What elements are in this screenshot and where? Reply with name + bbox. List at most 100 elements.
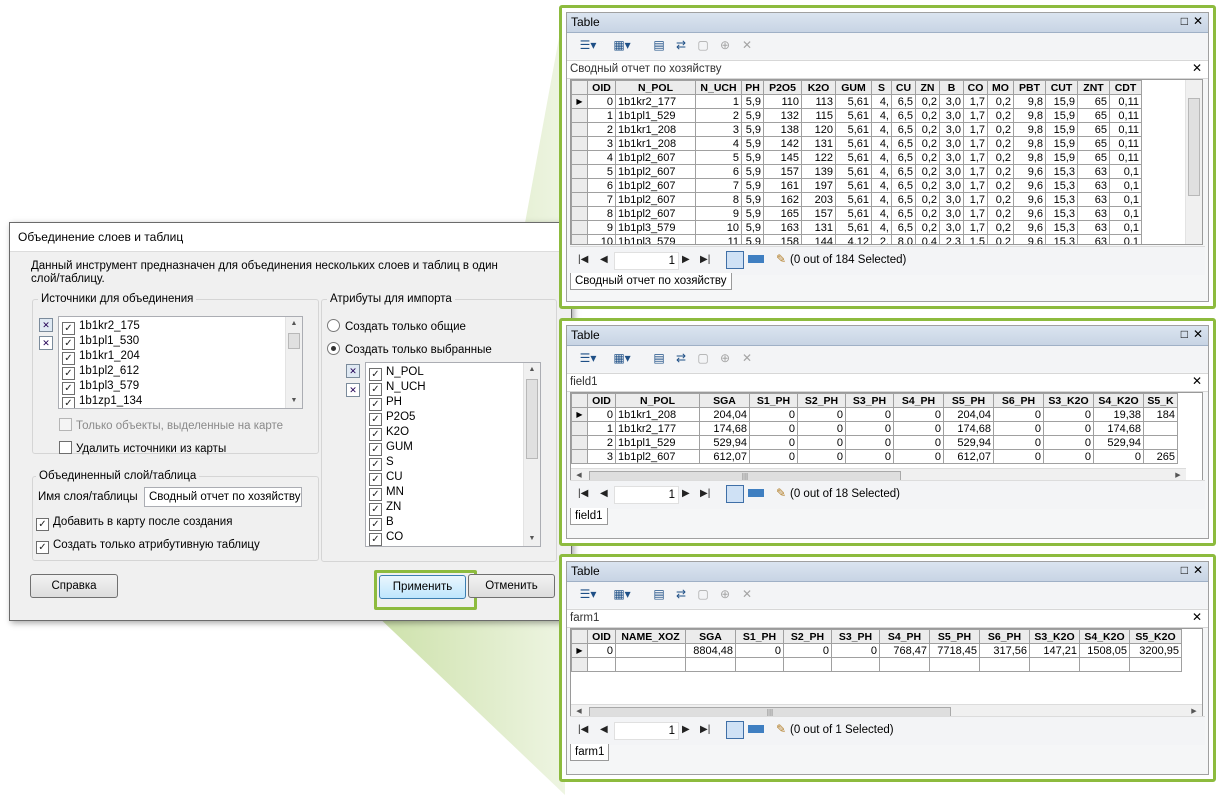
current-record-field[interactable]: 1: [614, 486, 679, 504]
attr-check-all-icon[interactable]: ✕: [346, 364, 360, 378]
maximize-icon[interactable]: □: [1181, 14, 1188, 28]
table-row[interactable]: 3 1b1pl2_607 612,07 0 0 0 0 612,07 0 0 0 265: [571, 449, 1178, 464]
column-header[interactable]: S: [871, 80, 892, 95]
cancel-button[interactable]: Отменить: [468, 574, 555, 598]
column-header[interactable]: N_POL: [615, 393, 700, 408]
column-header[interactable]: S4_PH: [879, 629, 930, 644]
attribute-item[interactable]: ✓ CU: [369, 470, 403, 486]
current-record-field[interactable]: 1: [614, 252, 679, 270]
source-item[interactable]: ✓ 1b1kr1_204: [62, 349, 140, 365]
delete-selected-icon[interactable]: ✕: [739, 38, 755, 53]
row-selector[interactable]: ▶: [571, 94, 588, 109]
close-icon[interactable]: ✕: [1193, 14, 1203, 28]
delete-selected-icon[interactable]: ✕: [739, 351, 755, 366]
attribute-item[interactable]: ✓ PH: [369, 395, 402, 411]
column-header[interactable]: K2O: [801, 80, 836, 95]
only-selected-option[interactable]: Только объекты, выделенные на карте: [59, 418, 283, 433]
close-tab-icon[interactable]: ✕: [1192, 610, 1202, 624]
apply-button[interactable]: Применить: [379, 575, 466, 599]
scroll-thumb[interactable]: [1188, 98, 1200, 196]
maximize-icon[interactable]: □: [1181, 327, 1188, 341]
only-attr-table-option[interactable]: ✓ Создать только атрибутивную таблицу: [36, 539, 260, 554]
column-header[interactable]: NAME_XOZ: [615, 629, 686, 644]
table-row[interactable]: 3 1b1kr1_208 4 5,9 142 131 5,61 4, 6,5 0,2 3,0 1,7 0…: [571, 136, 1142, 151]
column-header[interactable]: SGA: [685, 629, 736, 644]
zoom-to-selected-icon[interactable]: ⊕: [717, 38, 733, 53]
scroll-up-icon[interactable]: ▲: [524, 363, 540, 377]
last-record-icon[interactable]: ▶|: [700, 488, 710, 499]
attribute-item[interactable]: ✓ MN: [369, 485, 404, 501]
column-header[interactable]: P2O5: [763, 80, 802, 95]
related-tables-icon[interactable]: ▦▾: [609, 38, 635, 53]
column-header[interactable]: SGA: [699, 393, 750, 408]
attribute-item[interactable]: ✓ K2O: [369, 425, 409, 441]
row-selector[interactable]: [571, 449, 588, 464]
table-row[interactable]: 4 1b1pl2_607 5 5,9 145 122 5,61 4, 6,5 0,2 3,0 1,7 0…: [571, 150, 1142, 165]
attribute-item[interactable]: ✓ P2O5: [369, 410, 415, 426]
column-header[interactable]: S5_PH: [943, 393, 994, 408]
help-button[interactable]: Справка: [30, 574, 118, 598]
switch-selection-icon[interactable]: ⇄: [673, 587, 689, 602]
scroll-down-icon[interactable]: ▼: [286, 394, 302, 408]
table-row[interactable]: 9 1b1pl3_579 10 5,9 163 131 5,61 4, 6,5 0,2 3,0 1,7…: [571, 220, 1142, 235]
last-record-icon[interactable]: ▶|: [700, 254, 710, 265]
row-selector[interactable]: [571, 206, 588, 221]
column-header[interactable]: S5_PH: [929, 629, 980, 644]
table-row[interactable]: 10 1b1pl3_579 11 5,9 158 144 4,12 2, 8,0 0,4 2,3 1,…: [571, 234, 1142, 244]
table-row[interactable]: ▶ 0 1b1kr1_208 204,04 0 0 0 0 204,04 0 0 19,38 184: [571, 407, 1178, 422]
column-header[interactable]: ZN: [915, 80, 940, 95]
column-header[interactable]: GUM: [835, 80, 872, 95]
select-by-attributes-icon[interactable]: ▤: [651, 587, 667, 602]
column-header[interactable]: CO: [963, 80, 988, 95]
table-row[interactable]: 7 1b1pl2_607 8 5,9 162 203 5,61 4, 6,5 0,2 3,0 1,7 0…: [571, 192, 1142, 207]
source-item[interactable]: ✓ 1b1kr2_175: [62, 319, 140, 335]
attribute-grid[interactable]: OID N_POL N_UCH PH P2O5 K2O GUM S CU ZN B CO MO PBT CU…: [570, 79, 1203, 245]
show-all-records-icon[interactable]: [726, 251, 744, 269]
radio-common-option[interactable]: Создать только общие: [327, 319, 466, 334]
column-header[interactable]: S3_PH: [845, 393, 894, 408]
radio-common[interactable]: [327, 319, 340, 332]
column-header[interactable]: OID: [587, 80, 616, 95]
first-record-icon[interactable]: |◀: [578, 724, 588, 735]
remove-sources-checkbox[interactable]: [59, 441, 72, 454]
column-header[interactable]: PH: [741, 80, 764, 95]
table-row[interactable]: 2 1b1kr1_208 3 5,9 138 120 5,61 4, 6,5 0,2 3,0 1,7 0…: [571, 122, 1142, 137]
row-selector[interactable]: ▶: [571, 407, 588, 422]
show-selected-records-icon[interactable]: [748, 489, 764, 497]
column-header[interactable]: S2_PH: [783, 629, 832, 644]
table-row[interactable]: 1 1b1pl1_529 2 5,9 132 115 5,61 4, 6,5 0,2 3,0 1,7 0…: [571, 108, 1142, 123]
next-record-icon[interactable]: ▶: [682, 488, 690, 499]
switch-selection-icon[interactable]: ⇄: [673, 38, 689, 53]
previous-record-icon[interactable]: ◀: [600, 724, 608, 735]
table-options-icon[interactable]: ☰▾: [575, 38, 601, 53]
column-header[interactable]: S1_PH: [749, 393, 798, 408]
only-attr-table-checkbox[interactable]: ✓: [36, 541, 49, 554]
column-header[interactable]: S6_PH: [993, 393, 1044, 408]
table-tab[interactable]: field1: [570, 508, 608, 525]
column-header[interactable]: CU: [891, 80, 916, 95]
attributes-list[interactable]: ✓ N_POL ✓ N_UCH ✓ PH ✓ P2O5 ✓ K2O ✓ GUM ✓ S ✓ CU ✓ MN ✓ ZN ✓…: [365, 362, 541, 547]
row-selector[interactable]: [571, 220, 588, 235]
attribute-item[interactable]: ✓ ZN: [369, 500, 401, 516]
table-row[interactable]: 1 1b1kr2_177 174,68 0 0 0 0 174,68 0 0 174,68: [571, 421, 1178, 436]
row-selector[interactable]: [571, 421, 588, 436]
table-row[interactable]: 6 1b1pl2_607 7 5,9 161 197 5,61 4, 6,5 0,2 3,0 1,7 0…: [571, 178, 1142, 193]
attributes-scrollbar[interactable]: ▲ ▼: [523, 363, 540, 546]
show-selected-records-icon[interactable]: [748, 255, 764, 263]
sources-list[interactable]: ✓ 1b1kr2_175 ✓ 1b1pl1_530 ✓ 1b1kr1_204 ✓ 1b1pl2…: [58, 316, 303, 409]
source-checkbox[interactable]: ✓: [62, 397, 75, 408]
scroll-down-icon[interactable]: ▼: [524, 532, 540, 546]
column-header[interactable]: OID: [587, 393, 616, 408]
attribute-item[interactable]: ✓ CO: [369, 530, 403, 546]
table-options-icon[interactable]: ☰▾: [575, 587, 601, 602]
previous-record-icon[interactable]: ◀: [600, 254, 608, 265]
layer-name-input[interactable]: Сводный отчет по хозяйству: [144, 487, 302, 507]
sources-scrollbar[interactable]: ▲ ▼: [285, 317, 302, 408]
attribute-item[interactable]: ✓ N_UCH: [369, 380, 426, 396]
attribute-item[interactable]: ✓ GUM: [369, 440, 413, 456]
zoom-to-selected-icon[interactable]: ⊕: [717, 351, 733, 366]
column-header[interactable]: MO: [987, 80, 1014, 95]
first-record-icon[interactable]: |◀: [578, 254, 588, 265]
source-item[interactable]: ✓ 1b1pl2_612: [62, 364, 139, 380]
zoom-to-selected-icon[interactable]: ⊕: [717, 587, 733, 602]
